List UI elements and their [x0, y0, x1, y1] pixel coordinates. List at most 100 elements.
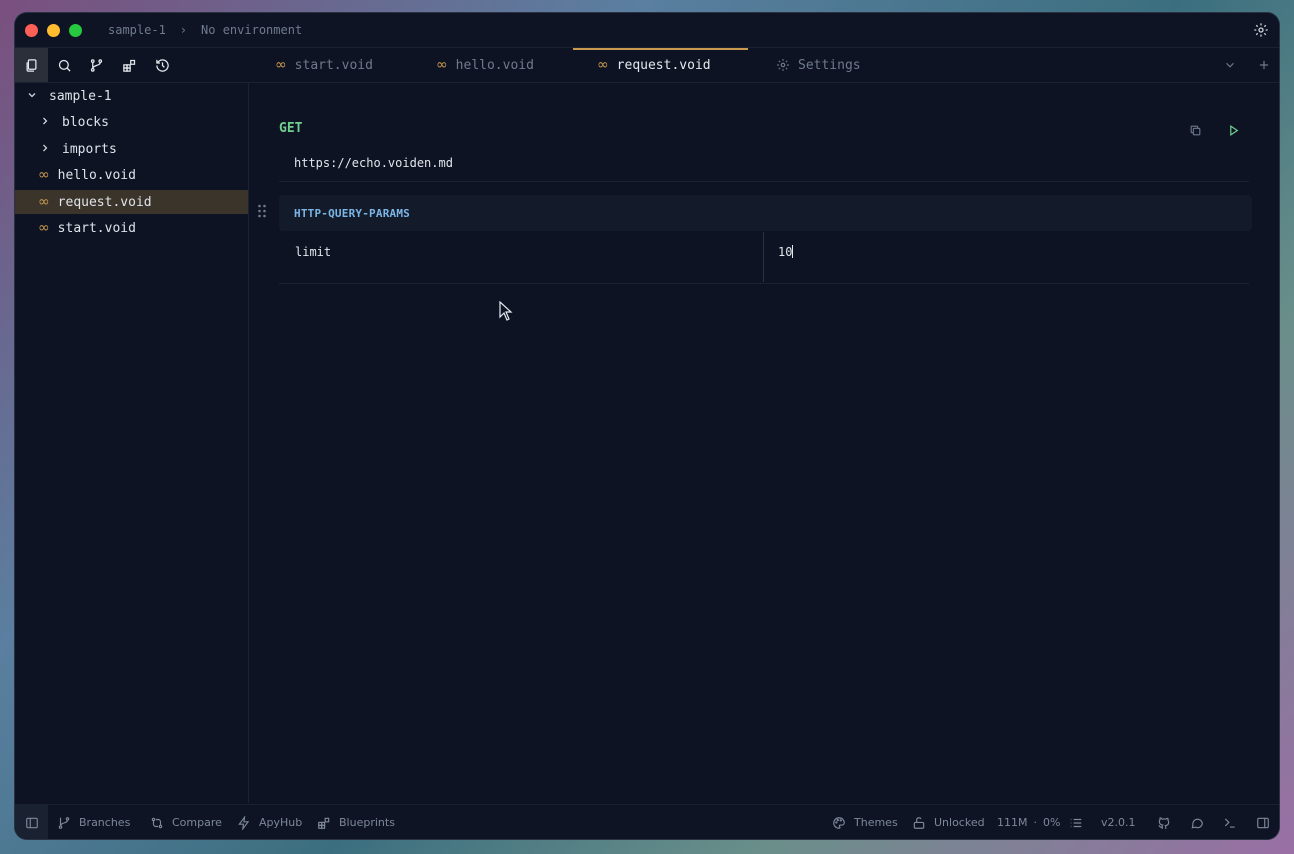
- query-params-title: HTTP-QUERY-PARAMS: [294, 206, 410, 220]
- gear-icon: [777, 59, 789, 71]
- copy-button[interactable]: [1183, 118, 1207, 142]
- feedback-button[interactable]: [1190, 805, 1204, 839]
- tree-root-folder[interactable]: sample-1: [15, 84, 248, 108]
- chevron-right-icon: ›: [179, 23, 188, 37]
- new-tab-button[interactable]: [1256, 57, 1272, 73]
- window-controls: [25, 23, 82, 37]
- tree-folder-imports[interactable]: imports: [15, 137, 248, 161]
- tab-hello-void[interactable]: ∞ hello.void: [412, 48, 572, 82]
- resource-usage: 111M · 0%: [997, 805, 1060, 839]
- files-icon: [26, 58, 37, 72]
- tab-settings[interactable]: Settings: [749, 48, 909, 82]
- version-text: v2.0.1: [1101, 816, 1136, 829]
- chevron-down-icon: [1226, 62, 1234, 68]
- apyhub-label: ApyHub: [259, 816, 303, 829]
- chat-bubble-icon: [1191, 818, 1203, 828]
- terminal-icon: [1224, 818, 1235, 828]
- compare-icon: [151, 817, 163, 828]
- maximize-window-button[interactable]: [69, 23, 82, 37]
- task-list-button[interactable]: [1069, 805, 1083, 839]
- tab-label: start.void: [294, 57, 373, 73]
- project-breadcrumb[interactable]: sample-1: [108, 23, 166, 37]
- source-control-button[interactable]: [80, 48, 113, 82]
- file-explorer: sample-1 blocks imports ∞ hello.void ∞ r…: [15, 83, 249, 803]
- tree-file-start-void[interactable]: ∞ start.void: [15, 216, 248, 240]
- list-icon: [1070, 818, 1082, 827]
- branches-button[interactable]: Branches: [57, 805, 130, 839]
- lock-toggle-button[interactable]: Unlocked: [912, 805, 985, 839]
- http-method[interactable]: GET: [279, 121, 302, 136]
- drag-handle-icon[interactable]: [257, 203, 267, 219]
- param-value-text: 10: [778, 245, 793, 259]
- blueprints-button[interactable]: Blueprints: [317, 805, 395, 839]
- history-icon: [156, 58, 169, 72]
- environment-selector[interactable]: No environment: [201, 23, 302, 37]
- send-request-button[interactable]: [1221, 118, 1245, 142]
- tree-item-label: start.void: [57, 220, 136, 236]
- history-button[interactable]: [146, 48, 179, 82]
- toggle-panel-button[interactable]: [1256, 805, 1270, 839]
- tab-request-void[interactable]: ∞ request.void: [573, 48, 748, 82]
- github-icon: [1158, 816, 1170, 829]
- query-param-row: limit 10: [279, 232, 1249, 284]
- apyhub-button[interactable]: ApyHub: [237, 805, 302, 839]
- tree-item-label: blocks: [62, 114, 109, 130]
- search-icon: [58, 59, 71, 72]
- tab-label: request.void: [616, 57, 711, 73]
- extensions-button[interactable]: [113, 48, 146, 82]
- minimize-window-button[interactable]: [47, 23, 60, 37]
- void-file-icon: ∞: [38, 167, 50, 183]
- separator: ·: [1033, 816, 1038, 829]
- lock-label: Unlocked: [934, 816, 985, 829]
- github-button[interactable]: [1157, 805, 1171, 839]
- title-bar: sample-1 › No environment: [15, 13, 1279, 48]
- compare-label: Compare: [172, 816, 222, 829]
- chevron-down-icon: [25, 89, 39, 104]
- tree-file-hello-void[interactable]: ∞ hello.void: [15, 163, 248, 187]
- void-file-icon: ∞: [38, 194, 50, 210]
- chevron-right-icon: [38, 115, 52, 130]
- explorer-button[interactable]: [15, 48, 48, 82]
- play-icon: [1229, 124, 1238, 136]
- column-divider: [763, 232, 764, 282]
- unlock-icon: [913, 816, 925, 829]
- param-value-input[interactable]: 10: [778, 245, 794, 259]
- tree-item-label: imports: [62, 141, 117, 157]
- app-window: sample-1 › No environment ∞ start.void ∞…: [15, 13, 1279, 839]
- tab-list-dropdown[interactable]: [1222, 57, 1238, 73]
- tree-item-label: request.void: [57, 194, 152, 210]
- void-file-icon: ∞: [597, 57, 609, 73]
- tree-file-request-void[interactable]: ∞ request.void: [15, 190, 248, 214]
- git-branch-icon: [58, 816, 70, 829]
- tab-label: Settings: [798, 57, 861, 73]
- url-input[interactable]: https://echo.voiden.md: [279, 145, 1249, 182]
- cpu-usage: 0%: [1043, 816, 1061, 829]
- gear-icon[interactable]: [1253, 22, 1269, 38]
- search-button[interactable]: [48, 48, 81, 82]
- tab-start-void[interactable]: ∞ start.void: [251, 48, 411, 82]
- mouse-cursor-icon: [499, 301, 513, 321]
- query-params-block-header: HTTP-QUERY-PARAMS: [279, 195, 1252, 231]
- void-file-icon: ∞: [436, 57, 448, 73]
- palette-icon: [833, 816, 845, 829]
- tab-bar: ∞ start.void ∞ hello.void ∞ request.void…: [15, 48, 1279, 83]
- blocks-icon: [123, 59, 136, 72]
- git-branch-icon: [90, 58, 103, 72]
- tree-item-label: hello.void: [57, 167, 136, 183]
- compare-button[interactable]: Compare: [150, 805, 222, 839]
- blocks-icon: [318, 817, 330, 829]
- plus-icon: [1259, 60, 1269, 70]
- close-window-button[interactable]: [25, 23, 38, 37]
- version-label: v2.0.1: [1101, 805, 1136, 839]
- lightning-icon: [238, 815, 250, 830]
- tree-root-label: sample-1: [49, 88, 112, 104]
- terminal-button[interactable]: [1223, 805, 1237, 839]
- panel-right-icon: [1257, 817, 1269, 828]
- tree-folder-blocks[interactable]: blocks: [15, 110, 248, 134]
- sidebar-icon: [25, 817, 38, 828]
- param-key-input[interactable]: limit: [295, 245, 331, 259]
- void-file-icon: ∞: [275, 57, 287, 73]
- toggle-sidebar-button[interactable]: [15, 805, 48, 839]
- url-text: https://echo.voiden.md: [294, 156, 453, 170]
- themes-button[interactable]: Themes: [832, 805, 898, 839]
